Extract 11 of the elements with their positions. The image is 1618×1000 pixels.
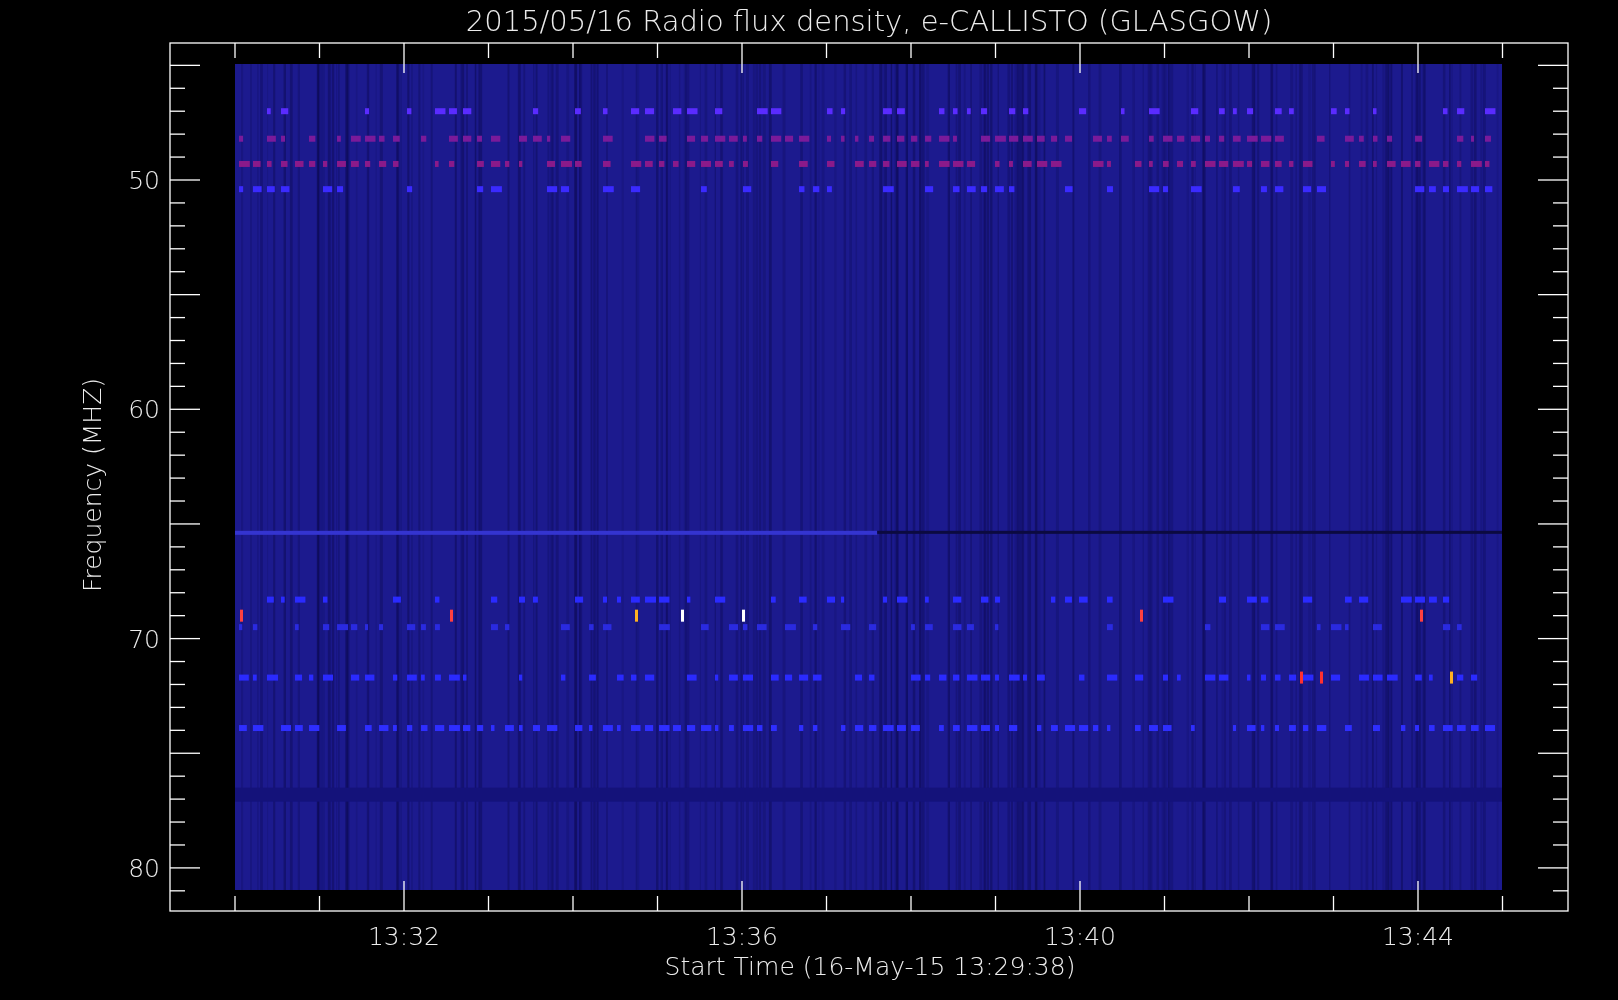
tick-label: 13:44: [1382, 922, 1454, 951]
tick-label: 50: [128, 166, 160, 195]
tick-label: 13:40: [1044, 922, 1116, 951]
tick-label: 13:32: [368, 922, 440, 951]
axis-label: Frequency (MHZ): [78, 377, 107, 593]
axis-label: Start Time (16-May-15 13:29:38): [664, 952, 1076, 981]
tick-label: 70: [128, 624, 160, 654]
tick-label: 13:36: [706, 922, 778, 951]
plot-title: 2015/05/16 Radio flux density, e-CALLISTO (GLASGOW): [465, 4, 1273, 38]
tick-label: 60: [128, 395, 160, 425]
tick-label: 80: [128, 853, 160, 883]
